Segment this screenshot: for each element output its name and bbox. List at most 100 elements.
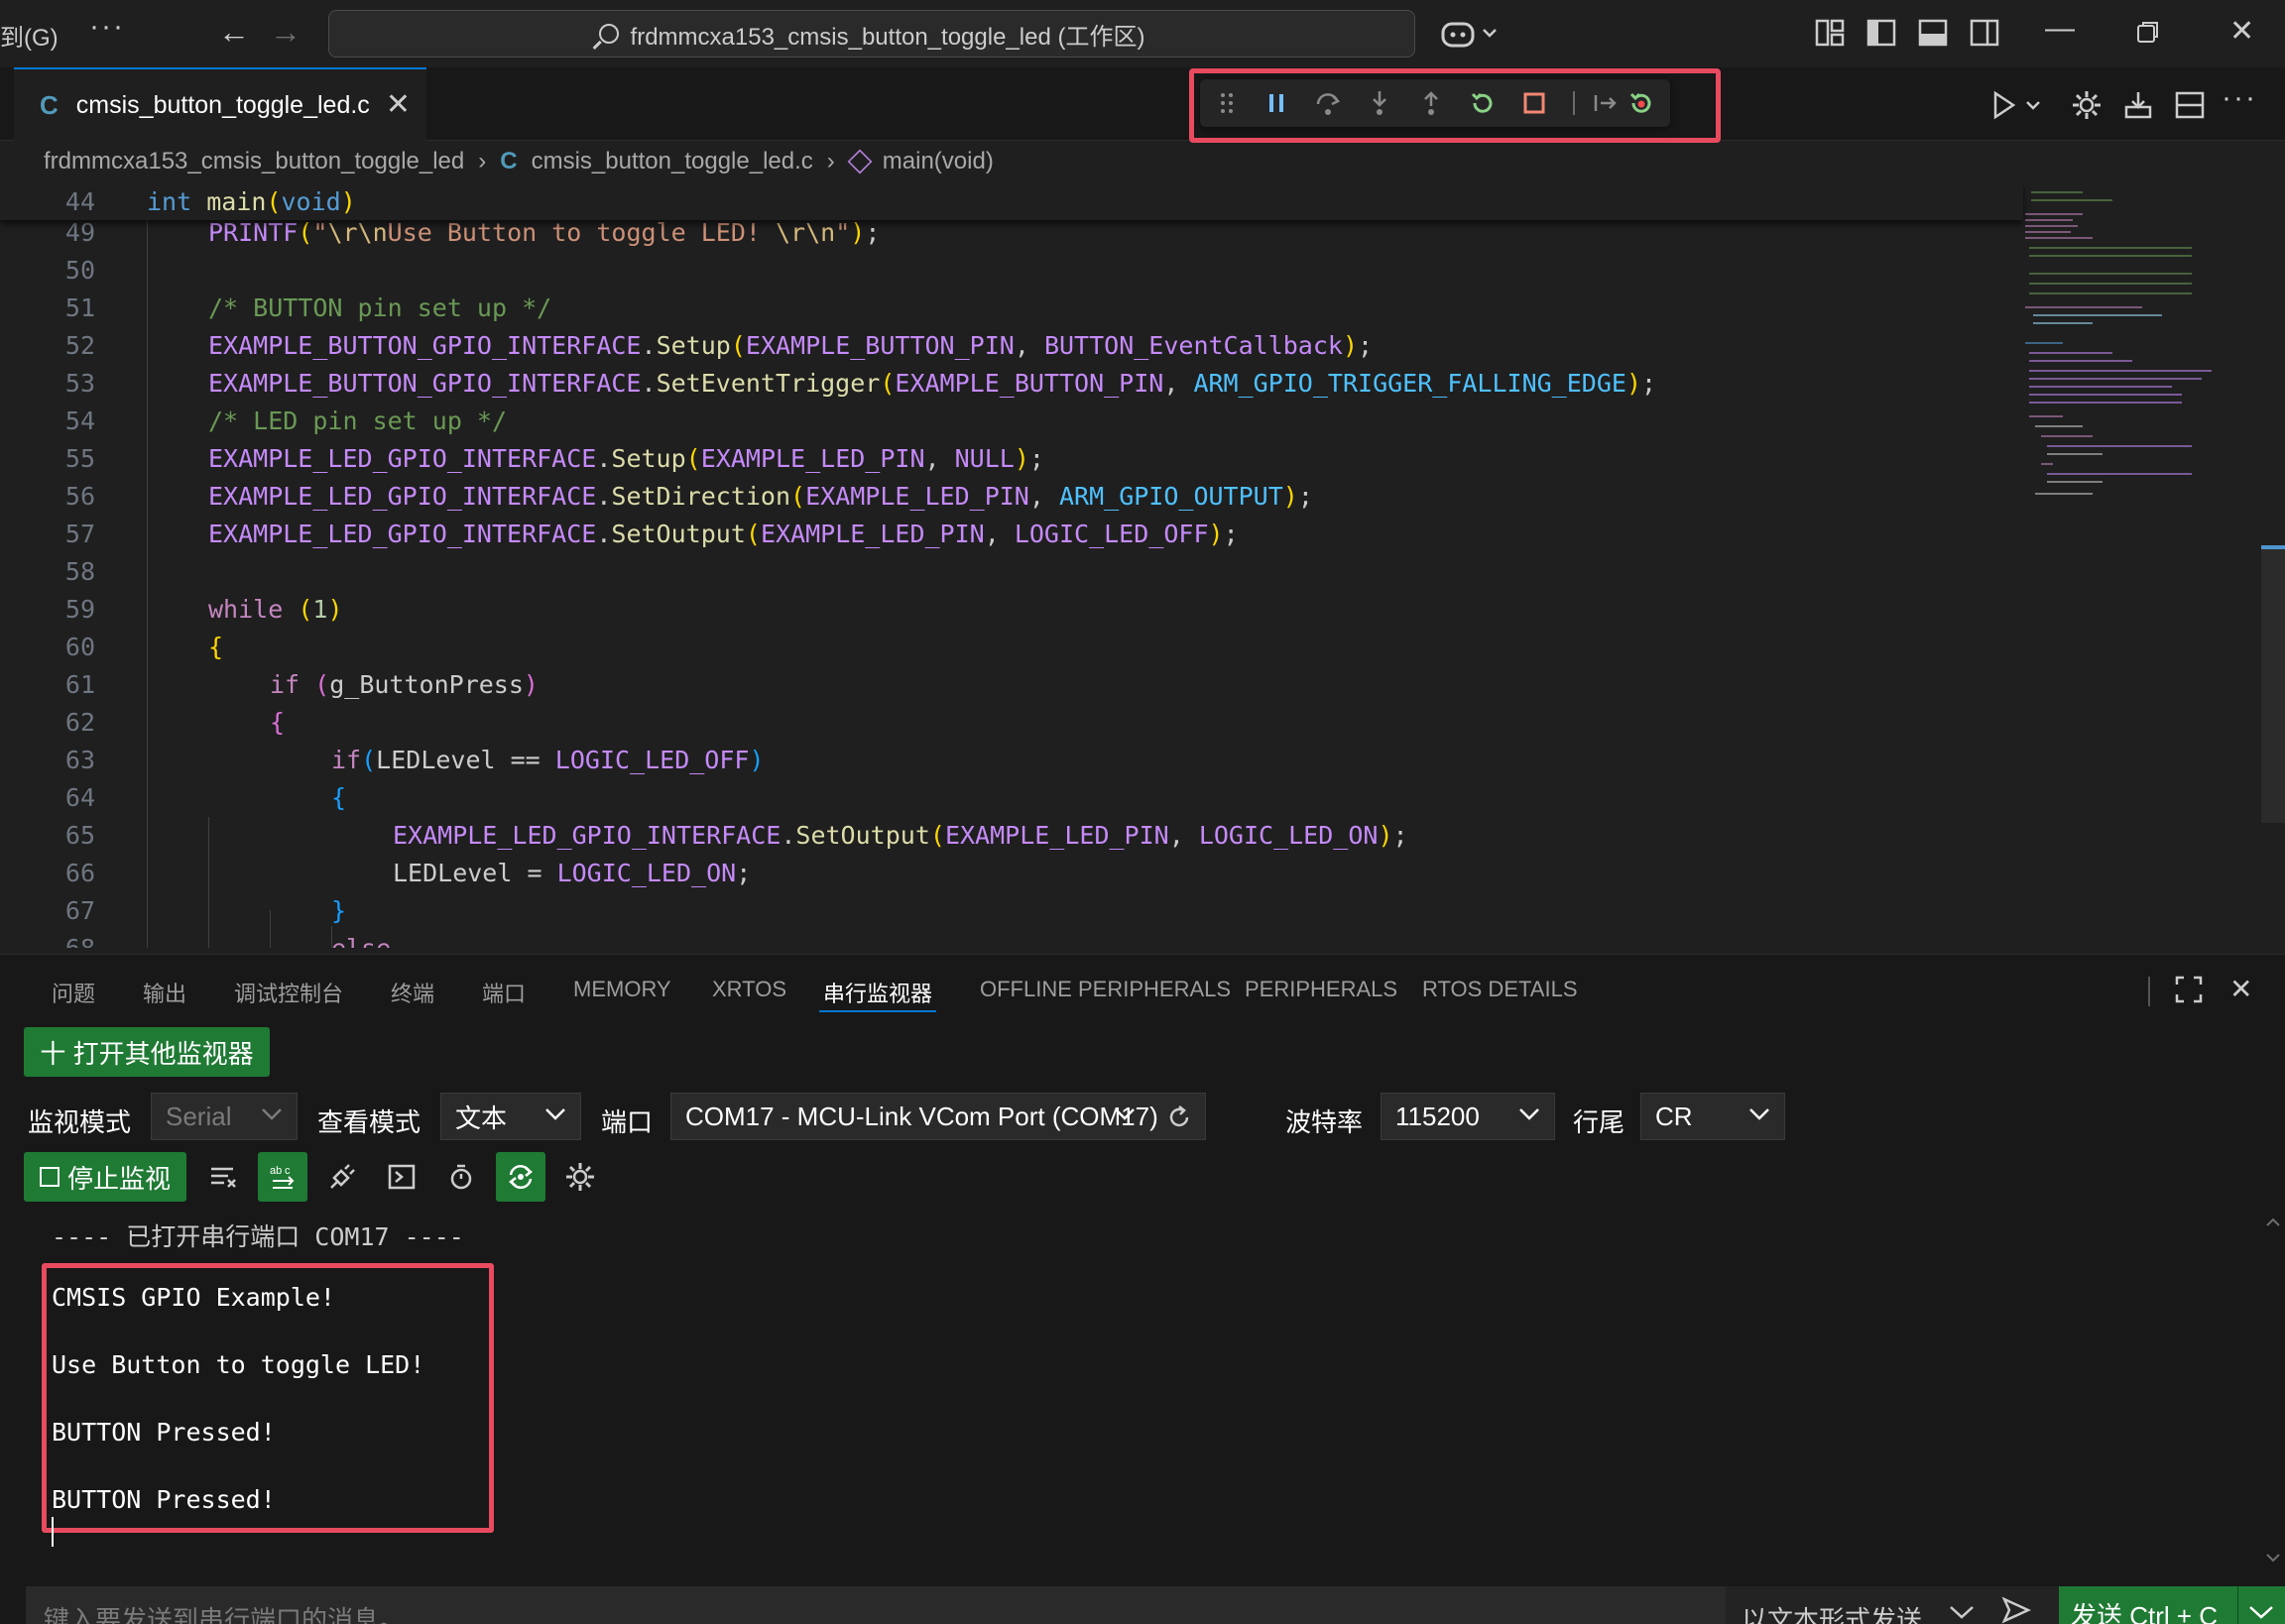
code-line[interactable]: 52 EXAMPLE_BUTTON_GPIO_INTERFACE.Setup(EX… xyxy=(0,327,2023,365)
layout-customize-icon[interactable] xyxy=(1815,18,1845,48)
restore-icon[interactable] xyxy=(2136,20,2160,44)
split-editor-icon[interactable] xyxy=(2174,89,2206,121)
code-line[interactable]: 54 /* LED pin set up */ xyxy=(0,403,2023,440)
code-line[interactable]: 64 { xyxy=(0,779,2023,817)
code-line[interactable]: 59 while (1) xyxy=(0,591,2023,629)
code-line[interactable]: 63 if(LEDLevel == LOGIC_LED_OFF) xyxy=(0,742,2023,779)
toggle-secondary-sidebar-icon[interactable] xyxy=(1970,18,1999,48)
tab-problems[interactable]: 问题 xyxy=(52,977,95,1008)
line-number: 67 xyxy=(64,896,95,925)
flash-download-icon[interactable] xyxy=(2122,89,2154,121)
stop-monitoring-button[interactable]: 停止监视 xyxy=(24,1152,186,1202)
send-options-chevron-icon[interactable] xyxy=(2247,1604,2275,1620)
code-line[interactable]: 56 EXAMPLE_LED_GPIO_INTERFACE.SetDirectio… xyxy=(0,478,2023,516)
code-line[interactable]: 65 EXAMPLE_LED_GPIO_INTERFACE.SetOutput(E… xyxy=(0,817,2023,855)
connect-plug-button[interactable] xyxy=(317,1152,367,1202)
toggle-sidebar-icon[interactable] xyxy=(1866,18,1896,48)
forward-arrow-icon[interactable]: → xyxy=(270,14,301,51)
toggle-panel-icon[interactable] xyxy=(1918,18,1948,48)
tab-close-icon[interactable]: ✕ xyxy=(386,87,411,122)
chevron-down-icon xyxy=(1115,1108,1135,1120)
breadcrumb-symbol[interactable]: main(void) xyxy=(883,148,994,175)
more-menu-icon[interactable]: ··· xyxy=(89,10,125,44)
run-debug-icon[interactable] xyxy=(1991,89,2045,121)
tab-cmsis-button-toggle-led[interactable]: C cmsis_button_toggle_led.c ✕ xyxy=(14,67,426,141)
line-ending-select[interactable]: CR xyxy=(1640,1093,1785,1140)
menu-go[interactable]: 到(G) xyxy=(0,18,59,53)
stopwatch-icon xyxy=(450,1164,472,1190)
breadcrumb-folder[interactable]: frdmmcxa153_cmsis_button_toggle_led xyxy=(44,148,464,175)
baud-rate-select[interactable]: 115200 xyxy=(1381,1093,1555,1140)
sticky-scroll-line[interactable]: 44 int main(void) xyxy=(0,184,2023,220)
tab-rtos-details[interactable]: RTOS DETAILS xyxy=(1422,977,1578,1002)
line-number: 68 xyxy=(0,930,95,948)
code-line[interactable]: 50 xyxy=(0,252,2023,290)
line-number: 55 xyxy=(64,444,95,473)
tab-peripherals[interactable]: PERIPHERALS xyxy=(1245,977,1397,1002)
line-number: 44 xyxy=(64,187,95,216)
tab-debug-console[interactable]: 调试控制台 xyxy=(234,977,343,1008)
auto-scroll-button[interactable] xyxy=(496,1152,545,1202)
breadcrumb-file[interactable]: cmsis_button_toggle_led.c xyxy=(532,148,813,175)
code-line[interactable]: 67} xyxy=(0,892,2023,930)
line-number: 63 xyxy=(64,746,95,774)
search-icon xyxy=(598,24,619,44)
line-number: 62 xyxy=(64,708,95,737)
tab-memory[interactable]: MEMORY xyxy=(573,977,671,1002)
code-comment: /* BUTTON pin set up */ xyxy=(208,293,552,322)
c-file-icon: C xyxy=(40,89,59,120)
code-line[interactable]: 51 /* BUTTON pin set up */ xyxy=(0,290,2023,327)
output-line-port-opened: ---- 已打开串行端口 COM17 ---- xyxy=(52,1222,464,1251)
tab-offline-peripherals[interactable]: OFFLINE PERIPHERALS xyxy=(980,977,1231,1002)
timestamp-button[interactable] xyxy=(436,1152,486,1202)
monitor-settings-button[interactable] xyxy=(555,1152,605,1202)
maximize-panel-icon[interactable] xyxy=(2174,975,2204,1004)
command-center-search[interactable]: frdmmcxa153_cmsis_button_toggle_led (工作区… xyxy=(328,10,1415,58)
code-line[interactable]: 57 EXAMPLE_LED_GPIO_INTERFACE.SetOutput(E… xyxy=(0,516,2023,553)
gear-icon xyxy=(566,1163,594,1191)
code-line[interactable]: 68 else xyxy=(0,930,2023,948)
port-select[interactable]: COM17 - MCU-Link VCom Port (COM17) xyxy=(670,1093,1206,1140)
clear-output-button[interactable] xyxy=(198,1152,248,1202)
code-line[interactable]: 60 { xyxy=(0,629,2023,666)
output-scrollbar[interactable] xyxy=(2261,1218,2285,1584)
editor-scrollbar[interactable] xyxy=(2261,545,2285,823)
tab-output[interactable]: 输出 xyxy=(143,977,186,1008)
minimize-icon[interactable]: — xyxy=(2045,12,2075,46)
send-mode-value: 以文本形式发送 xyxy=(1742,1605,1923,1624)
open-other-monitor-button[interactable]: 十 打开其他监视器 xyxy=(24,1027,270,1077)
tab-terminal[interactable]: 终端 xyxy=(391,977,434,1008)
refresh-ports-icon[interactable] xyxy=(1165,1103,1193,1131)
code-line[interactable]: 53 EXAMPLE_BUTTON_GPIO_INTERFACE.SetEvent… xyxy=(0,365,2023,403)
chevron-down-icon xyxy=(262,1108,282,1120)
terminal-button[interactable] xyxy=(377,1152,426,1202)
monitor-mode-value: Serial xyxy=(166,1101,232,1131)
code-text: while (1) xyxy=(208,595,343,624)
minimap[interactable] xyxy=(2023,184,2222,502)
send-plane-icon[interactable] xyxy=(2001,1596,2031,1624)
close-window-icon[interactable]: ✕ xyxy=(2229,14,2254,49)
code-line[interactable]: 66 LEDLevel = LOGIC_LED_ON; xyxy=(0,855,2023,892)
code-line[interactable]: 58 xyxy=(0,553,2023,591)
plug-icon xyxy=(330,1164,355,1189)
chevron-right-icon: › xyxy=(826,148,835,174)
settings-gear-icon[interactable] xyxy=(2071,89,2103,121)
copilot-icon[interactable] xyxy=(1440,16,1500,52)
title-bar: 到(G) ··· ← → frdmmcxa153_cmsis_button_to… xyxy=(0,0,2285,67)
code-line[interactable]: 62 { xyxy=(0,704,2023,742)
code-line[interactable]: 55 EXAMPLE_LED_GPIO_INTERFACE.Setup(EXAMP… xyxy=(0,440,2023,478)
monitor-mode-select[interactable]: Serial xyxy=(151,1093,298,1140)
svg-text:c: c xyxy=(285,1165,291,1177)
back-arrow-icon[interactable]: ← xyxy=(218,14,250,51)
tab-xrtos[interactable]: XRTOS xyxy=(712,977,786,1002)
code-text: { xyxy=(270,708,286,737)
line-ending-value: CR xyxy=(1655,1101,1693,1131)
close-panel-icon[interactable]: ✕ xyxy=(2229,973,2252,1005)
tab-serial-monitor[interactable]: 串行监视器 xyxy=(823,977,932,1008)
code-editor[interactable]: 44 int main(void) 49 PRINTF("\r\nUse Butt… xyxy=(0,184,2285,948)
code-line[interactable]: 61 if (g_ButtonPress) xyxy=(0,666,2023,704)
toggle-text-wrap-button[interactable]: ab c xyxy=(258,1152,307,1202)
tab-ports[interactable]: 端口 xyxy=(482,977,526,1008)
view-mode-select[interactable]: 文本 xyxy=(440,1093,581,1140)
editor-more-icon[interactable]: ··· xyxy=(2222,81,2257,115)
